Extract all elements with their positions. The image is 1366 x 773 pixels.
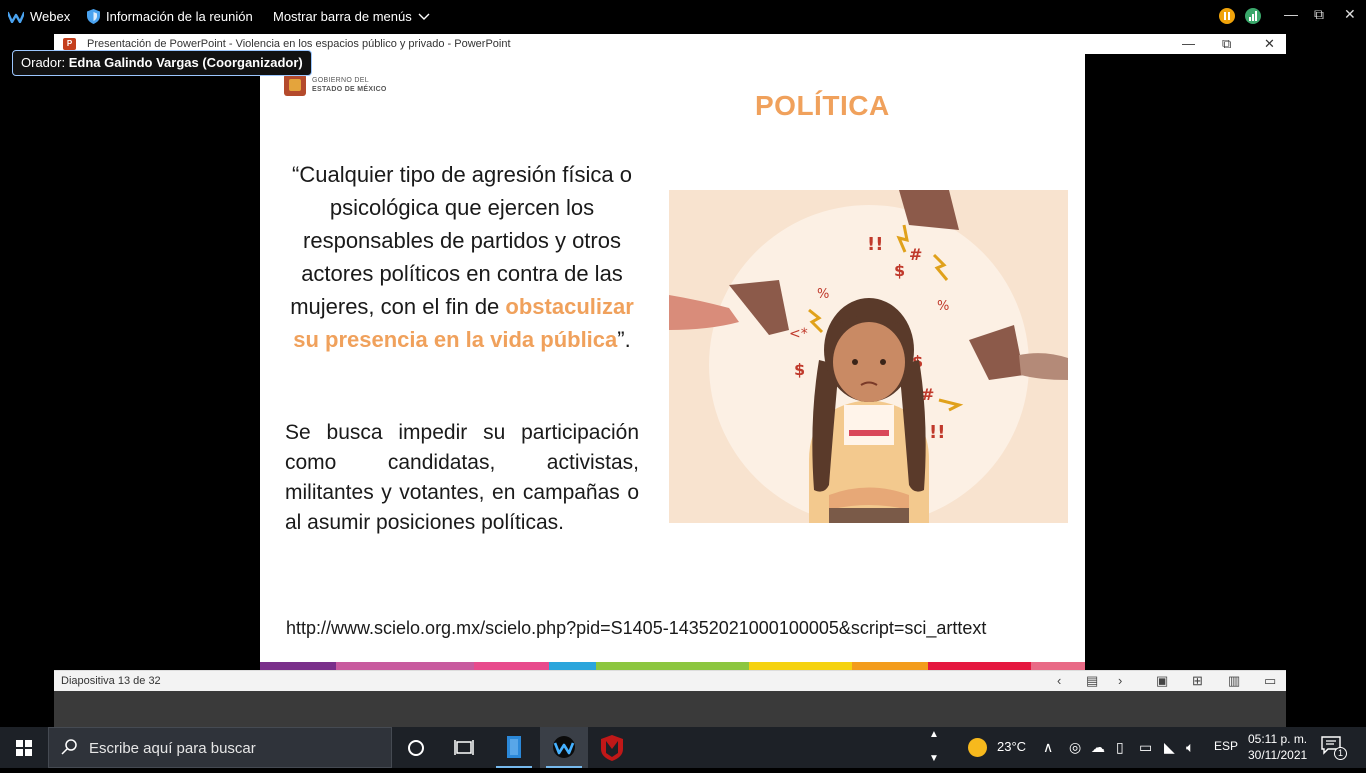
powerpoint-icon: P (63, 38, 76, 50)
volume-icon[interactable]: 🔈︎ (1186, 739, 1194, 756)
webex-control-area (54, 691, 1286, 727)
cortana-button[interactable] (392, 727, 440, 768)
webex-app-button[interactable]: Webex (8, 9, 70, 24)
taskbar-app-notepad[interactable] (490, 727, 538, 768)
microphone-icon[interactable]: ▯ (1116, 739, 1124, 756)
notifications-button[interactable]: 1 (1320, 735, 1348, 761)
webex-logo-icon (8, 11, 24, 23)
meeting-info-button[interactable]: Información de la reunión (87, 9, 253, 24)
color-strip-segment (596, 662, 750, 670)
decorative-color-strip (260, 662, 1085, 670)
color-strip-segment (1031, 662, 1085, 670)
meeting-info-label: Información de la reunión (106, 9, 253, 24)
pause-recording-icon[interactable] (1219, 8, 1235, 24)
color-strip-segment (335, 662, 475, 670)
logo-line-1: GOBIERNO DEL (312, 77, 369, 84)
harassed-woman-illustration: !! # $ % % <* $ !! $ # !! (669, 190, 1068, 523)
previous-slide-icon[interactable]: ‹ (1057, 673, 1061, 688)
onedrive-cloud-icon[interactable]: ☁ (1091, 739, 1105, 756)
explanation-paragraph: Se busca impedir su participación como c… (285, 421, 639, 534)
scroll-up-icon[interactable]: ▲ (929, 729, 939, 740)
normal-view-icon[interactable]: ▣ (1156, 673, 1168, 689)
webex-close-icon[interactable]: ✕ (1344, 6, 1356, 23)
svg-text:$: $ (794, 360, 805, 379)
weather-sun-icon[interactable] (968, 738, 987, 757)
taskbar-app-webex[interactable] (540, 727, 588, 768)
webex-taskbar-icon (553, 736, 575, 758)
notifications-badge: 1 (1334, 747, 1347, 760)
svg-text:!!: !! (867, 234, 883, 255)
slide-sorter-icon[interactable]: ⊞ (1192, 673, 1203, 689)
svg-text:!!: !! (929, 422, 945, 443)
ppt-minimize-icon[interactable]: — (1182, 36, 1195, 51)
svg-text:<*: <* (789, 326, 808, 342)
webex-app-label: Webex (30, 9, 71, 24)
chevron-down-icon (418, 13, 430, 20)
svg-text:#: # (909, 245, 922, 264)
taskbar-clock[interactable]: 05:11 p. m. 30/11/2021 (1248, 731, 1307, 763)
powerpoint-status-bar: Diapositiva 13 de 32 ‹ ▤ › ▣ ⊞ ▥ ▭ (54, 670, 1286, 691)
camera-app-icon[interactable]: ◎ (1069, 739, 1081, 756)
crest-icon (284, 74, 306, 96)
start-button[interactable] (0, 727, 48, 768)
webex-minimize-icon[interactable]: — (1284, 6, 1298, 22)
task-view-icon (454, 740, 474, 755)
mcafee-shield-icon (601, 735, 623, 761)
search-placeholder: Escribe aquí para buscar (89, 740, 256, 757)
slide-counter: Diapositiva 13 de 32 (61, 675, 161, 687)
color-strip-segment (548, 662, 597, 670)
notes-icon[interactable]: ▤ (1086, 673, 1098, 689)
reading-view-icon[interactable]: ▥ (1228, 673, 1240, 689)
network-health-icon[interactable] (1245, 8, 1261, 24)
cortana-circle-icon (408, 740, 424, 756)
definition-quote: “Cualquier tipo de agresión física o psi… (284, 158, 640, 356)
svg-text:%: % (817, 287, 829, 302)
color-strip-segment (474, 662, 549, 670)
ppt-close-icon[interactable]: ✕ (1264, 36, 1275, 52)
input-language[interactable]: ESP (1214, 739, 1238, 753)
show-hidden-icons-icon[interactable]: ∧ (1043, 739, 1053, 756)
slide-content: GOBIERNO DEL ESTADO DE MÉXICO POLÍTICA “… (260, 54, 1085, 670)
taskbar-search[interactable]: Escribe aquí para buscar (48, 727, 392, 768)
active-speaker-label: Orador: Edna Galindo Vargas (Coorganizad… (12, 50, 312, 76)
next-slide-icon[interactable]: › (1118, 673, 1122, 688)
speaker-prefix: Orador: (21, 55, 66, 70)
slideshow-icon[interactable]: ▭ (1264, 673, 1276, 689)
quote-closing: ”. (617, 327, 631, 352)
windows-logo-icon (16, 740, 32, 756)
task-view-button[interactable] (440, 727, 488, 768)
color-strip-segment (260, 662, 336, 670)
powerpoint-window-title: Presentación de PowerPoint - Violencia e… (87, 38, 511, 50)
webex-top-bar: Webex Información de la reunión Mostrar … (0, 0, 1366, 33)
speaker-name: Edna Galindo Vargas (Coorganizador) (68, 55, 303, 70)
color-strip-segment (749, 662, 852, 670)
show-menu-bar-label: Mostrar barra de menús (273, 9, 412, 24)
wifi-icon[interactable]: ◣ (1164, 739, 1175, 756)
clock-date: 30/11/2021 (1248, 748, 1308, 762)
ppt-restore-icon[interactable]: ⧉ (1222, 36, 1231, 52)
color-strip-segment (928, 662, 1032, 670)
shield-icon (87, 9, 100, 24)
color-strip-segment (851, 662, 929, 670)
search-icon (61, 739, 77, 755)
taskbar-app-mcafee[interactable] (588, 727, 636, 768)
source-link[interactable]: http://www.scielo.org.mx/scielo.php?pid=… (286, 618, 986, 639)
clock-time: 05:11 p. m. (1248, 732, 1308, 746)
windows-taskbar: Escribe aquí para buscar ▲ ▼ 23°C ∧ ◎ ☁ … (0, 727, 1366, 768)
scroll-down-icon[interactable]: ▼ (929, 753, 939, 764)
logo-line-2: ESTADO DE MÉXICO (312, 86, 387, 93)
webex-restore-icon[interactable]: ⧉ (1314, 6, 1324, 23)
battery-icon[interactable]: ▭ (1139, 739, 1152, 756)
show-menu-bar-button[interactable]: Mostrar barra de menús (273, 9, 430, 24)
weather-temperature[interactable]: 23°C (997, 739, 1026, 754)
government-logo: GOBIERNO DEL ESTADO DE MÉXICO (284, 74, 387, 96)
svg-text:%: % (937, 299, 949, 314)
svg-text:$: $ (894, 261, 905, 280)
slide-title: POLÍTICA (755, 90, 890, 121)
blue-app-icon (507, 736, 521, 758)
